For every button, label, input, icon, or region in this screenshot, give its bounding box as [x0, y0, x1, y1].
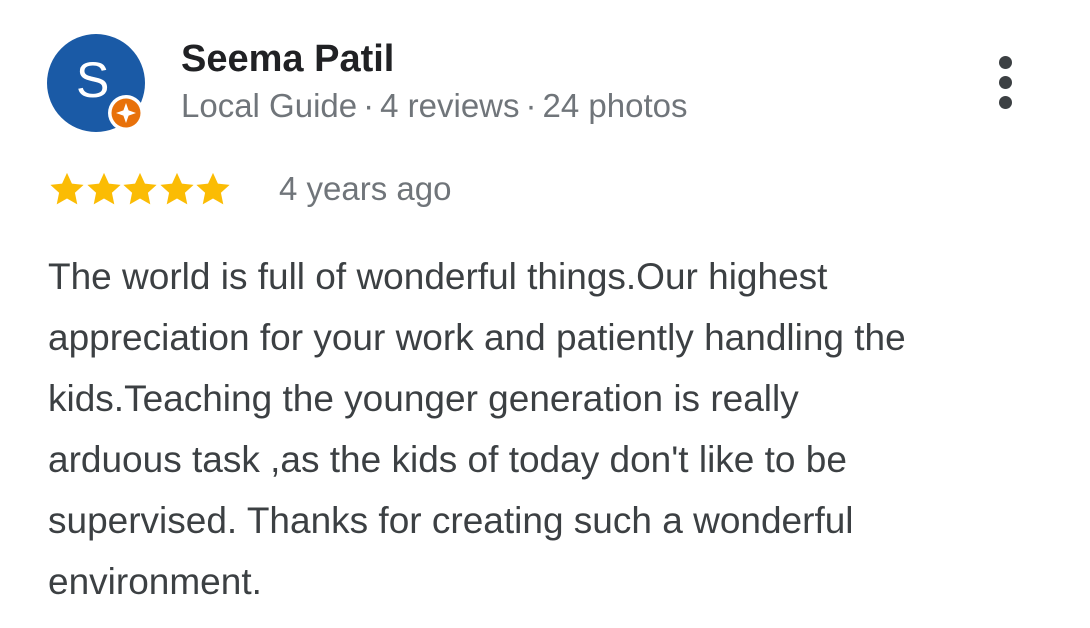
star-icon: [86, 172, 121, 205]
local-guide-star-icon: [108, 95, 144, 131]
author-meta: Local Guide · 4 reviews · 24 photos: [181, 86, 687, 126]
star-icon: [159, 172, 194, 205]
review-count: 4 reviews: [380, 87, 520, 124]
review-date: 4 years ago: [279, 170, 452, 207]
meta-separator: ·: [363, 87, 375, 124]
review-card: S Seema Patil Local Guide · 4 reviews · 24 p…: [0, 0, 1090, 628]
meta-separator: ·: [525, 87, 537, 124]
star-icon: [50, 172, 84, 205]
star-rating: [48, 168, 231, 210]
review-text-line: appreciation for your work and patiently…: [48, 317, 906, 358]
review-text-line: The world is full of wonderful things.Ou…: [48, 256, 828, 297]
review-text-line: supervised. Thanks for creating such a w…: [48, 500, 854, 541]
avatar-initial: S: [76, 52, 110, 108]
author-name[interactable]: Seema Patil: [181, 36, 394, 82]
more-options-button[interactable]: [986, 54, 1026, 114]
local-guide-label: Local Guide: [181, 87, 358, 124]
more-vert-icon: [999, 76, 1012, 89]
review-text-line: environment.: [48, 561, 262, 602]
review-text-line: arduous task ,as the kids of today don't…: [48, 439, 847, 480]
star-icon: [123, 172, 157, 205]
more-vert-icon: [999, 56, 1012, 69]
review-text-line: kids.Teaching the younger generation is …: [48, 378, 799, 419]
review-text: The world is full of wonderful things.Ou…: [48, 246, 1058, 612]
photo-count: 24 photos: [542, 87, 688, 124]
star-icon: [196, 172, 230, 205]
more-vert-icon: [999, 96, 1012, 109]
